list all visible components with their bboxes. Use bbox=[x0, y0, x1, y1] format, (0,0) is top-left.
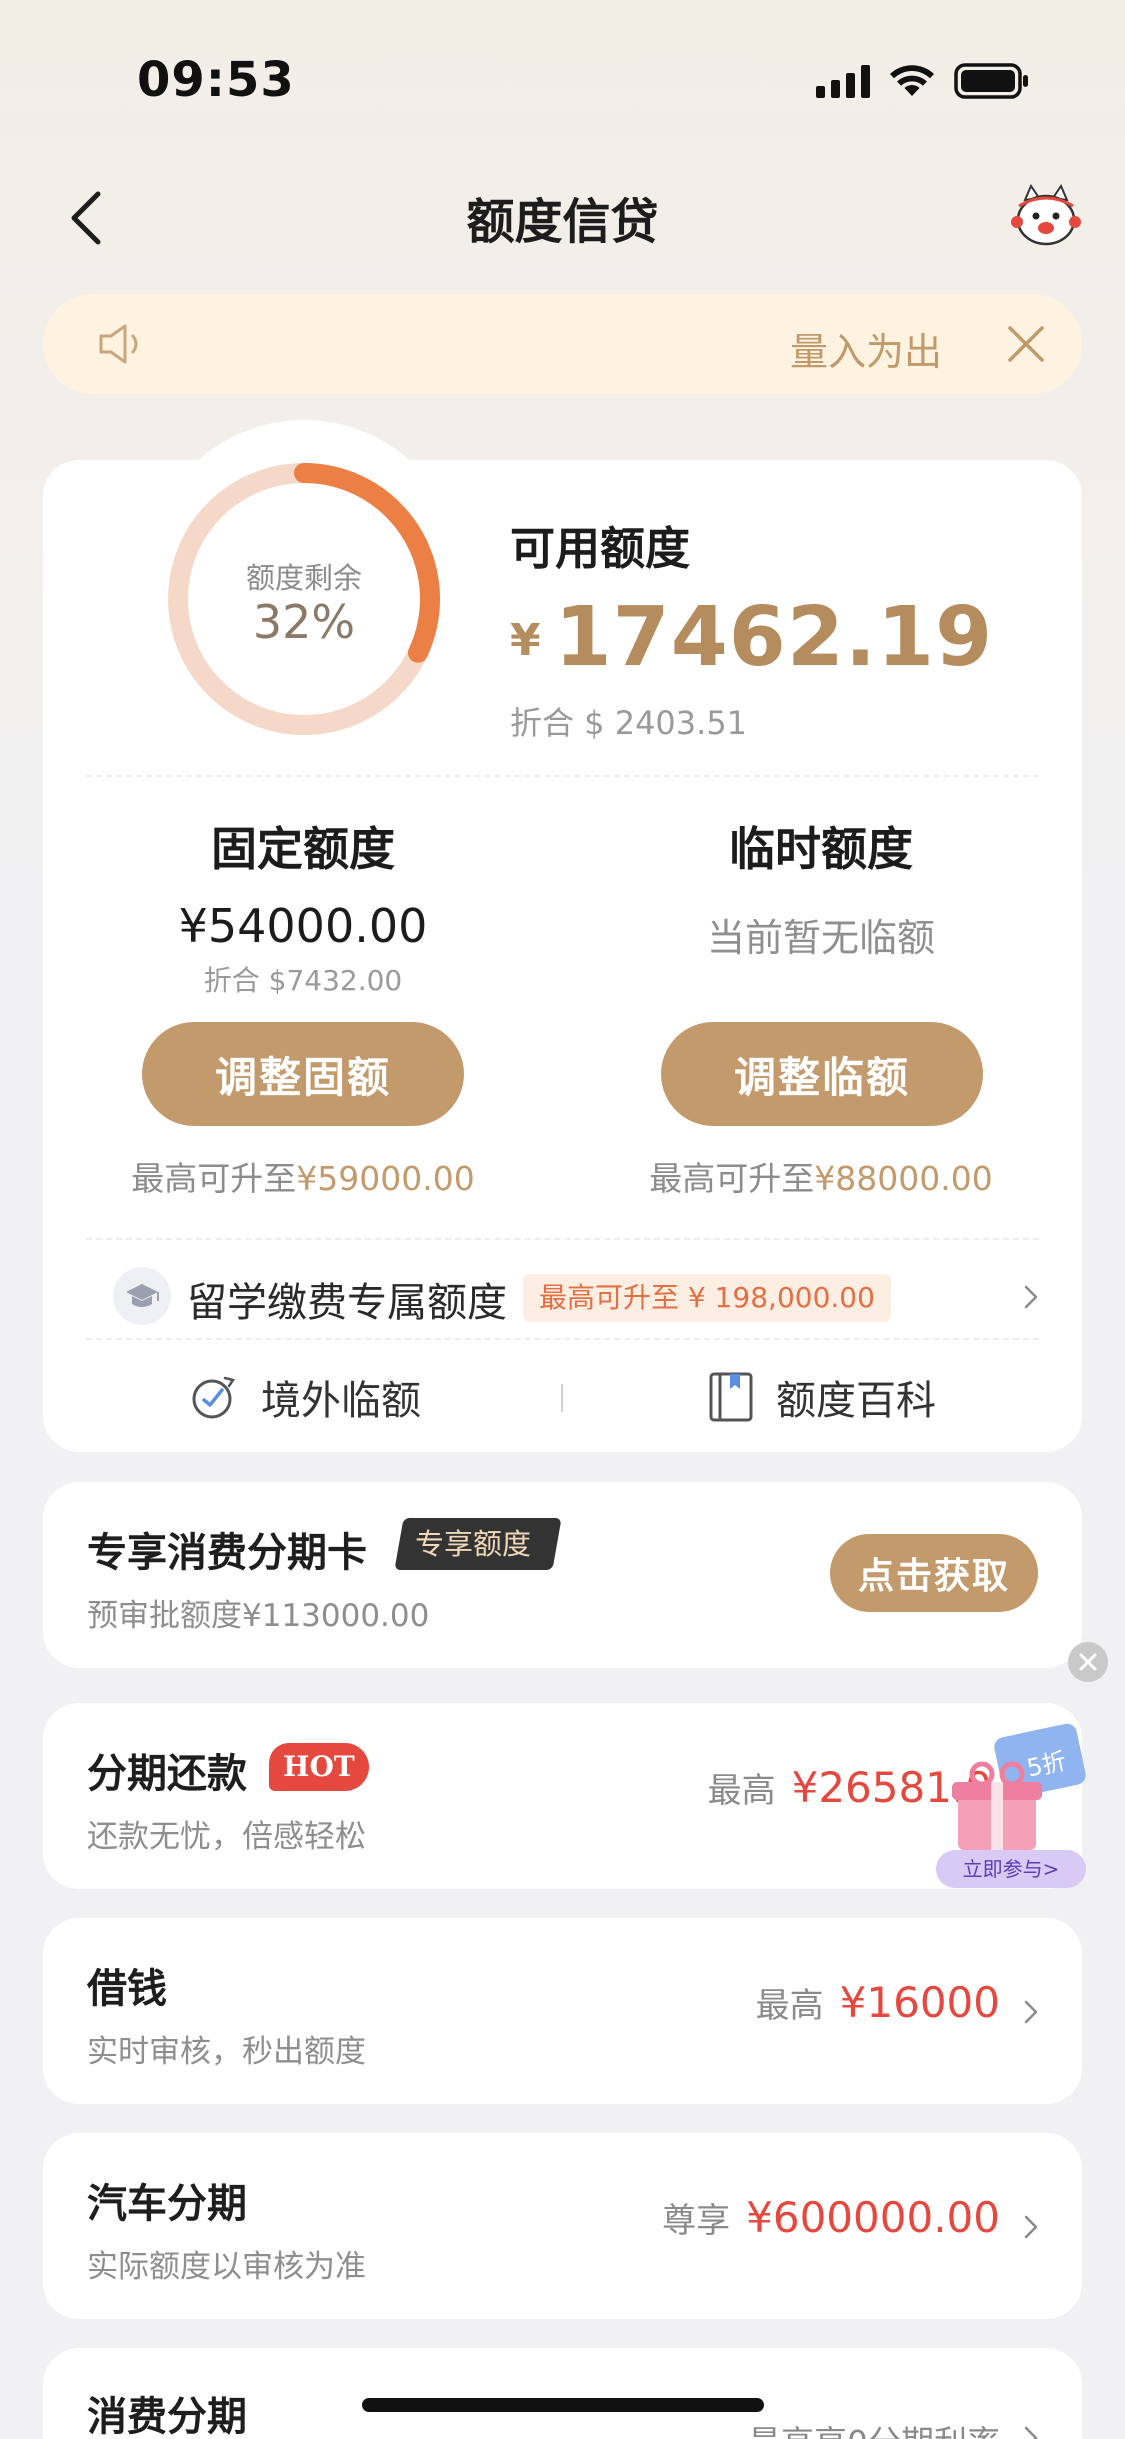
borrow-amount: ¥16000 bbox=[839, 1978, 1000, 2027]
hot-badge: HOT bbox=[269, 1743, 369, 1791]
get-offer-button[interactable]: 点击获取 bbox=[830, 1534, 1038, 1612]
chevron-right-icon bbox=[1024, 2215, 1038, 2239]
chevron-right-icon bbox=[1024, 1285, 1038, 1309]
graduation-cap-icon bbox=[113, 1267, 171, 1325]
book-icon bbox=[709, 1372, 753, 1422]
temporary-max-prefix: 最高可升至 bbox=[649, 1159, 815, 1198]
gift-promo-icon: 5折 bbox=[952, 1723, 1086, 1850]
available-amount-value: 17462.19 bbox=[554, 590, 994, 685]
car-installment-limit: 尊享 ¥600000.00 bbox=[662, 2193, 1000, 2242]
navigation-bar: 额度信贷 bbox=[0, 160, 1125, 270]
adjust-temporary-button[interactable]: 调整临额 bbox=[661, 1022, 983, 1126]
fixed-max-value: ¥59000.00 bbox=[296, 1159, 475, 1198]
credit-page: 09:53 额度信贷 量入为出 额度剩余 32% 可用额度 ¥ 17462.19… bbox=[0, 0, 1125, 2439]
credit-wiki-label: 额度百科 bbox=[776, 1378, 936, 1424]
chevron-right-icon bbox=[1024, 2000, 1038, 2024]
car-installment-prefix: 尊享 bbox=[662, 2201, 731, 2241]
home-indicator[interactable] bbox=[362, 2398, 764, 2412]
close-icon[interactable] bbox=[1004, 322, 1048, 366]
installment-card-offer[interactable]: 专享消费分期卡 专享额度 预审批额度¥113000.00 点击获取 bbox=[43, 1482, 1082, 1668]
quick-links-row: 境外临额 额度百科 bbox=[43, 1340, 1082, 1450]
borrow-limit: 最高 ¥16000 bbox=[756, 1978, 1000, 2027]
promo-join-label[interactable]: 立即参与> bbox=[936, 1850, 1086, 1888]
overseas-limit-label: 境外临额 bbox=[261, 1378, 421, 1424]
status-time: 09:53 bbox=[137, 52, 295, 108]
temporary-max-value: ¥88000.00 bbox=[814, 1159, 993, 1198]
fixed-limit-amount: ¥54000.00 bbox=[178, 899, 428, 953]
credit-wiki-link[interactable]: 额度百科 bbox=[708, 1368, 936, 1426]
installment-card-title: 专享消费分期卡 bbox=[87, 1530, 367, 1576]
mascot-service-icon[interactable] bbox=[1011, 184, 1081, 250]
divider bbox=[86, 1238, 1039, 1240]
link-divider bbox=[561, 1384, 563, 1412]
divider bbox=[86, 775, 1039, 777]
adjust-fixed-button[interactable]: 调整固额 bbox=[142, 1022, 464, 1126]
wifi-icon bbox=[890, 65, 934, 96]
car-installment-subtitle: 实际额度以审核为准 bbox=[87, 2249, 366, 2285]
car-installment-card[interactable]: 汽车分期 实际额度以审核为准 尊享 ¥600000.00 bbox=[43, 2133, 1082, 2319]
cellular-signal-icon bbox=[816, 64, 870, 98]
installment-repay-subtitle: 还款无忧，倍感轻松 bbox=[87, 1819, 366, 1855]
borrow-subtitle: 实时审核，秒出额度 bbox=[87, 2034, 366, 2070]
study-abroad-limit-row[interactable]: 留学缴费专属额度 最高可升至 ¥ 198,000.00 bbox=[43, 1250, 1082, 1340]
overseas-limit-link[interactable]: 境外临额 bbox=[189, 1368, 421, 1426]
exclusive-limit-tag-text: 专享额度 bbox=[415, 1527, 532, 1561]
consumer-installment-title: 消费分期 bbox=[87, 2394, 247, 2439]
status-icons bbox=[816, 62, 1030, 100]
installment-card-subtitle: 预审批额度¥113000.00 bbox=[87, 1598, 430, 1634]
fixed-max-line: 最高可升至¥59000.00 bbox=[73, 1152, 533, 1200]
fixed-limit-title: 固定额度 bbox=[211, 822, 395, 876]
consumer-installment-rate: 最高享0分期利率 bbox=[748, 2416, 1000, 2439]
battery-icon bbox=[954, 63, 1028, 99]
available-limit-title: 可用额度 bbox=[510, 522, 691, 575]
exclusive-limit-tag: 专享额度 bbox=[394, 1518, 562, 1570]
status-bar: 09:53 bbox=[0, 0, 1125, 150]
temporary-limit-status: 当前暂无临额 bbox=[706, 916, 935, 960]
temporary-limit-section: 临时额度 当前暂无临额 bbox=[591, 813, 1051, 962]
car-installment-title: 汽车分期 bbox=[87, 2181, 247, 2227]
study-abroad-label: 留学缴费专属额度 bbox=[187, 1280, 507, 1326]
consumer-installment-card[interactable]: 消费分期 最高享0分期利率 bbox=[43, 2348, 1082, 2439]
remaining-ring: 额度剩余 32% bbox=[160, 455, 448, 743]
car-installment-amount: ¥600000.00 bbox=[746, 2193, 1000, 2242]
temporary-max-line: 最高可升至¥88000.00 bbox=[591, 1152, 1051, 1200]
notice-text: 量入为出 bbox=[789, 330, 942, 374]
ring-label: 额度剩余 bbox=[245, 561, 362, 595]
fixed-limit-section: 固定额度 ¥54000.00 折合 $7432.00 bbox=[73, 813, 533, 999]
page-title: 额度信贷 bbox=[466, 194, 659, 250]
promo-close-icon[interactable] bbox=[1068, 1642, 1108, 1682]
available-usd: 折合 $ 2403.51 bbox=[510, 704, 748, 742]
borrow-card[interactable]: 借钱 实时审核，秒出额度 最高 ¥16000 bbox=[43, 1918, 1082, 2104]
floating-promo[interactable]: 5折 立即参与> bbox=[936, 1722, 1096, 1892]
installment-repay-prefix: 最高 bbox=[707, 1771, 776, 1811]
ring-percent: 32% bbox=[252, 595, 356, 649]
temporary-limit-title: 临时额度 bbox=[729, 822, 913, 876]
study-abroad-badge: 最高可升至 ¥ 198,000.00 bbox=[523, 1274, 891, 1322]
notice-bar[interactable]: 量入为出 bbox=[43, 294, 1082, 394]
installment-repay-title: 分期还款 bbox=[87, 1751, 247, 1797]
fixed-max-prefix: 最高可升至 bbox=[131, 1159, 297, 1198]
available-limit-amount: ¥17462.19 bbox=[510, 590, 993, 685]
borrow-prefix: 最高 bbox=[755, 1986, 824, 2026]
speaker-icon bbox=[99, 324, 138, 364]
currency-symbol: ¥ bbox=[510, 615, 541, 666]
installment-repay-card[interactable]: 分期还款 HOT 还款无忧，倍感轻松 最高 ¥26581.0 bbox=[43, 1703, 1082, 1889]
fixed-limit-usd: 折合 $7432.00 bbox=[203, 964, 403, 997]
borrow-title: 借钱 bbox=[87, 1966, 167, 2012]
chevron-right-icon bbox=[1024, 2426, 1038, 2439]
overseas-clock-icon bbox=[192, 1376, 236, 1419]
